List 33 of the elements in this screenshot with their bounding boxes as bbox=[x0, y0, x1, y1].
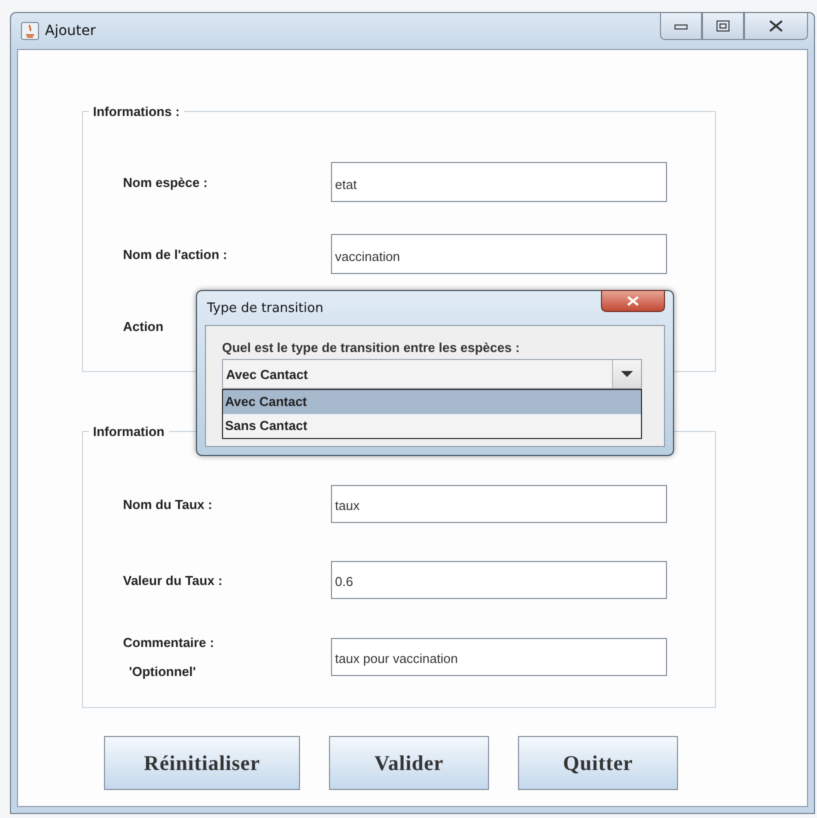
field-label: Action bbox=[123, 318, 164, 334]
close-icon bbox=[626, 296, 640, 306]
field-note: 'Optionnel' bbox=[128, 664, 197, 679]
dropdown-option[interactable]: Sans Cantact bbox=[223, 414, 641, 438]
group-title: Information bbox=[92, 424, 166, 439]
action-button[interactable]: Valider bbox=[329, 736, 489, 790]
field-label: Valeur du Taux : bbox=[123, 572, 224, 588]
input-field[interactable]: etat bbox=[331, 162, 667, 202]
field-label: Nom du Taux : bbox=[123, 496, 214, 512]
action-button[interactable]: Réinitialiser bbox=[104, 736, 300, 790]
dialog-title: Type de transition bbox=[206, 300, 324, 316]
caret-icon bbox=[621, 370, 633, 378]
dropdown-option[interactable]: Avec Cantact bbox=[223, 390, 641, 414]
close-icon bbox=[768, 20, 784, 32]
input-field[interactable]: 0.6 bbox=[331, 561, 667, 599]
input-field[interactable]: vaccination bbox=[331, 234, 667, 274]
minimize-icon bbox=[674, 22, 688, 30]
maximize-icon bbox=[716, 20, 730, 32]
app-icon bbox=[21, 22, 39, 40]
input-field[interactable]: taux bbox=[331, 485, 667, 523]
close-button[interactable] bbox=[744, 13, 808, 40]
dialog-prompt: Quel est le type de transition entre les espèces : bbox=[222, 340, 521, 355]
dialog-close-button[interactable] bbox=[601, 290, 665, 312]
group-title: Informations : bbox=[92, 104, 181, 119]
action-button[interactable]: Quitter bbox=[518, 736, 678, 790]
field-label: Nom de l'action : bbox=[123, 246, 228, 262]
input-field[interactable]: taux pour vaccination bbox=[331, 638, 667, 676]
field-label: Nom espèce : bbox=[123, 174, 209, 190]
maximize-button[interactable] bbox=[702, 13, 744, 40]
minimize-button[interactable] bbox=[660, 13, 702, 40]
field-label: Commentaire : bbox=[123, 635, 216, 650]
window-title: Ajouter bbox=[45, 23, 96, 39]
dropdown[interactable]: Avec Cantact bbox=[222, 359, 642, 389]
